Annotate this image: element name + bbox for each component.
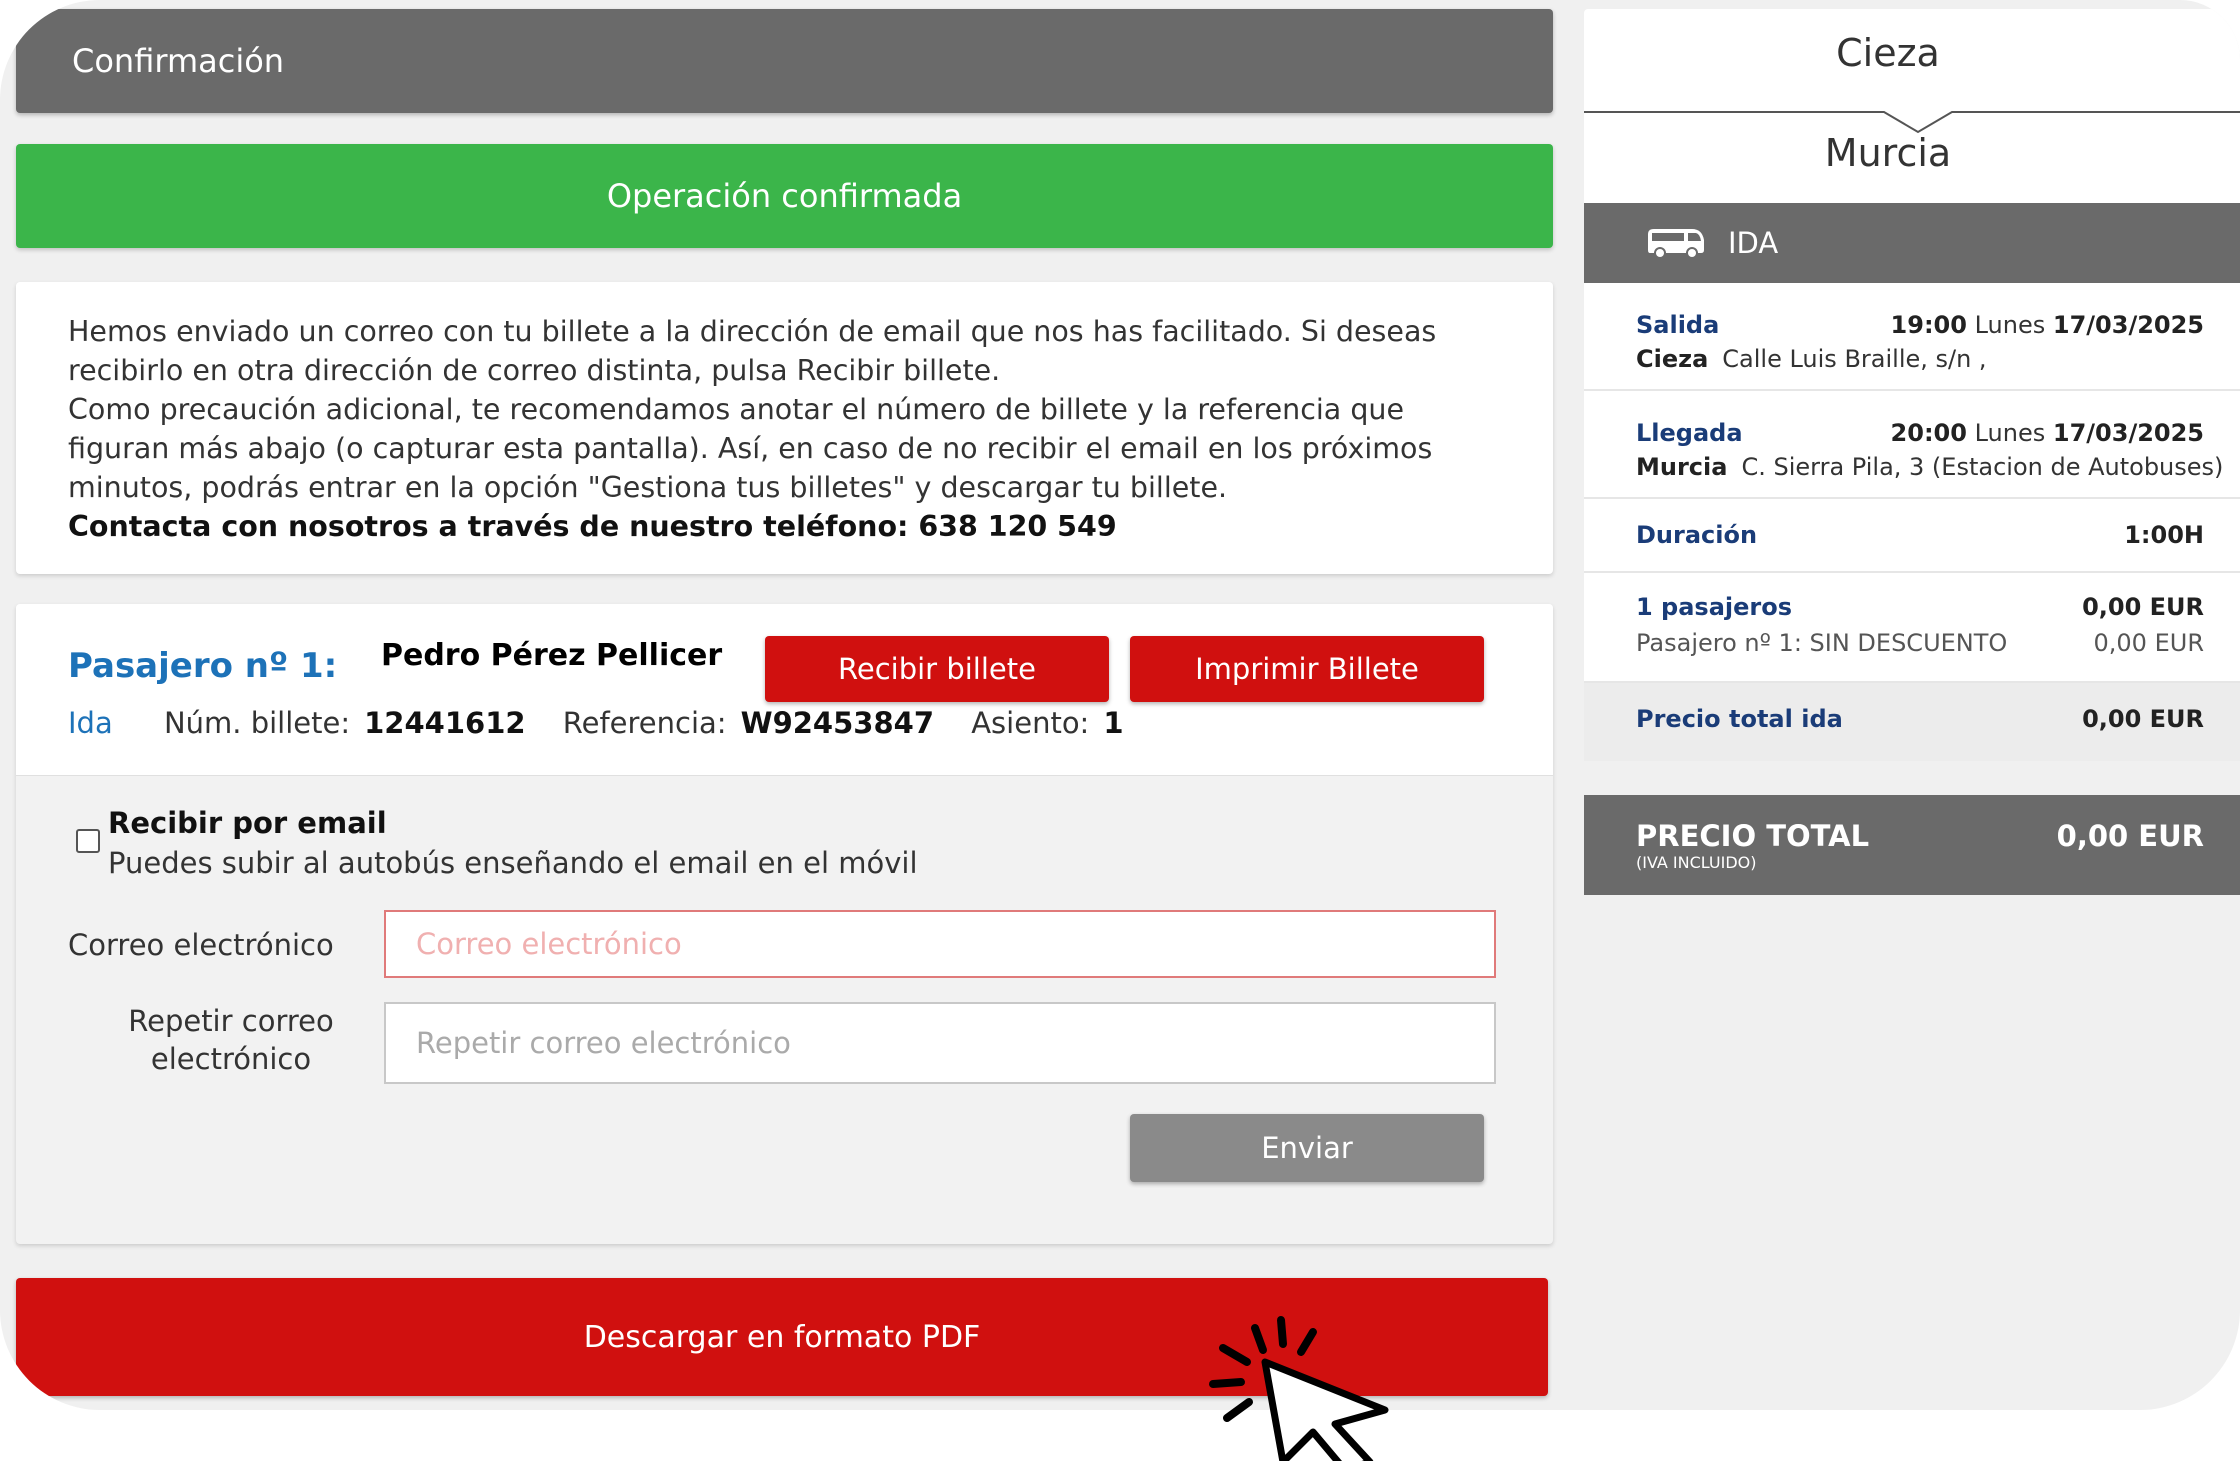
passenger-ticket-header: Pasajero nº 1: Pedro Pérez Pellicer Reci…	[16, 604, 1553, 776]
reference-value: W92453847	[740, 706, 934, 740]
print-ticket-button[interactable]: Imprimir Billete	[1130, 636, 1484, 702]
arrival-row: Llegada 20:00 Lunes 17/03/2025 Murcia C.…	[1584, 391, 2240, 499]
duration-label: Duración	[1636, 521, 1758, 549]
seat-value: 1	[1103, 706, 1124, 740]
email-field[interactable]	[384, 910, 1496, 978]
passenger-fare-price: 0,00 EUR	[2093, 629, 2204, 657]
info-paragraph-1: Hemos enviado un correo con tu billete a…	[68, 315, 1437, 387]
seat-label: Asiento:	[971, 706, 1090, 740]
receive-email-label: Recibir por email	[108, 806, 387, 840]
outbound-total-row: Precio total ida 0,00 EUR	[1584, 683, 2240, 761]
departure-day: Lunes	[1974, 311, 2046, 339]
receive-ticket-button[interactable]: Recibir billete	[765, 636, 1109, 702]
app-frame: Confirmación Operación confirmada Hemos …	[0, 0, 2240, 1410]
ticket-details: Ida Núm. billete: 12441612 Referencia: W92…	[68, 706, 1152, 740]
trip-summary: Cieza Murcia IDA Salida 19:00 Lunes 17/0…	[1584, 9, 2240, 895]
departure-address: Calle Luis Braille, s/n ,	[1722, 345, 1987, 373]
grand-total-value: 0,00 EUR	[2056, 819, 2204, 853]
success-banner: Operación confirmada	[16, 144, 1553, 248]
bus-icon	[1648, 229, 1704, 259]
passenger-name: Pedro Pérez Pellicer	[381, 638, 723, 673]
outbound-leg-bar: IDA	[1584, 203, 2240, 283]
receive-email-hint: Puedes subir al autobús enseñando el ema…	[108, 846, 918, 880]
outbound-total-value: 0,00 EUR	[2082, 705, 2204, 733]
ticket-number: 12441612	[364, 706, 526, 740]
departure-city: Cieza	[1636, 345, 1709, 373]
passengers-price: 0,00 EUR	[2082, 593, 2204, 621]
ticket-number-label: Núm. billete:	[163, 706, 351, 740]
route-header: Cieza Murcia	[1584, 9, 2240, 203]
arrival-label: Llegada	[1636, 419, 1743, 447]
destination-city: Murcia	[1824, 131, 1952, 175]
arrival-date: 17/03/2025	[2052, 419, 2204, 447]
arrival-address: C. Sierra Pila, 3 (Estacion de Autobuses…	[1741, 453, 2224, 481]
passengers-row: 1 pasajeros 0,00 EUR Pasajero nº 1: SIN …	[1584, 573, 2240, 683]
contact-phone-text: Contacta con nosotros a través de nuestr…	[68, 510, 1117, 543]
direction-label: Ida	[68, 706, 113, 740]
info-message-box: Hemos enviado un correo con tu billete a…	[16, 282, 1553, 574]
receive-email-checkbox[interactable]	[76, 829, 100, 853]
arrival-day: Lunes	[1974, 419, 2046, 447]
send-button[interactable]: Enviar	[1130, 1114, 1484, 1182]
departure-label: Salida	[1636, 311, 1720, 339]
duration-value: 1:00H	[2124, 521, 2204, 549]
passengers-count: 1 pasajeros	[1636, 593, 1793, 621]
departure-time: 19:00	[1890, 311, 1967, 339]
reference-label: Referencia:	[562, 706, 727, 740]
departure-date: 17/03/2025	[2052, 311, 2204, 339]
arrival-city: Murcia	[1636, 453, 1728, 481]
passenger-fare-detail: Pasajero nº 1: SIN DESCUENTO	[1636, 629, 2008, 657]
repeat-email-field-label: Repetir correo electrónico	[128, 1004, 334, 1076]
route-chevron-icon	[1584, 111, 2240, 134]
grand-total-box: PRECIO TOTAL (IVA INCLUIDO) 0,00 EUR	[1584, 795, 2240, 895]
vat-note: (IVA INCLUIDO)	[1636, 853, 1757, 872]
download-pdf-label: Descargar en formato PDF	[583, 1319, 981, 1355]
success-message: Operación confirmada	[606, 177, 963, 215]
departure-row: Salida 19:00 Lunes 17/03/2025 Cieza Call…	[1584, 283, 2240, 391]
passenger-card: Pasajero nº 1: Pedro Pérez Pellicer Reci…	[16, 604, 1553, 1244]
grand-total-label: PRECIO TOTAL	[1636, 819, 1870, 853]
arrival-time: 20:00	[1890, 419, 1967, 447]
repeat-email-field[interactable]	[384, 1002, 1496, 1084]
outbound-total-label: Precio total ida	[1636, 705, 1843, 733]
email-field-label: Correo electrónico	[68, 928, 334, 962]
info-paragraph-2: Como precaución adicional, te recomendam…	[68, 393, 1433, 504]
leg-label: IDA	[1728, 226, 1779, 260]
passenger-label: Pasajero nº 1:	[68, 646, 338, 686]
page-header: Confirmación	[16, 9, 1553, 113]
duration-row: Duración 1:00H	[1584, 499, 2240, 573]
click-cursor-icon	[1209, 1316, 1389, 1461]
origin-city: Cieza	[1836, 31, 1940, 75]
page-title: Confirmación	[72, 42, 285, 80]
